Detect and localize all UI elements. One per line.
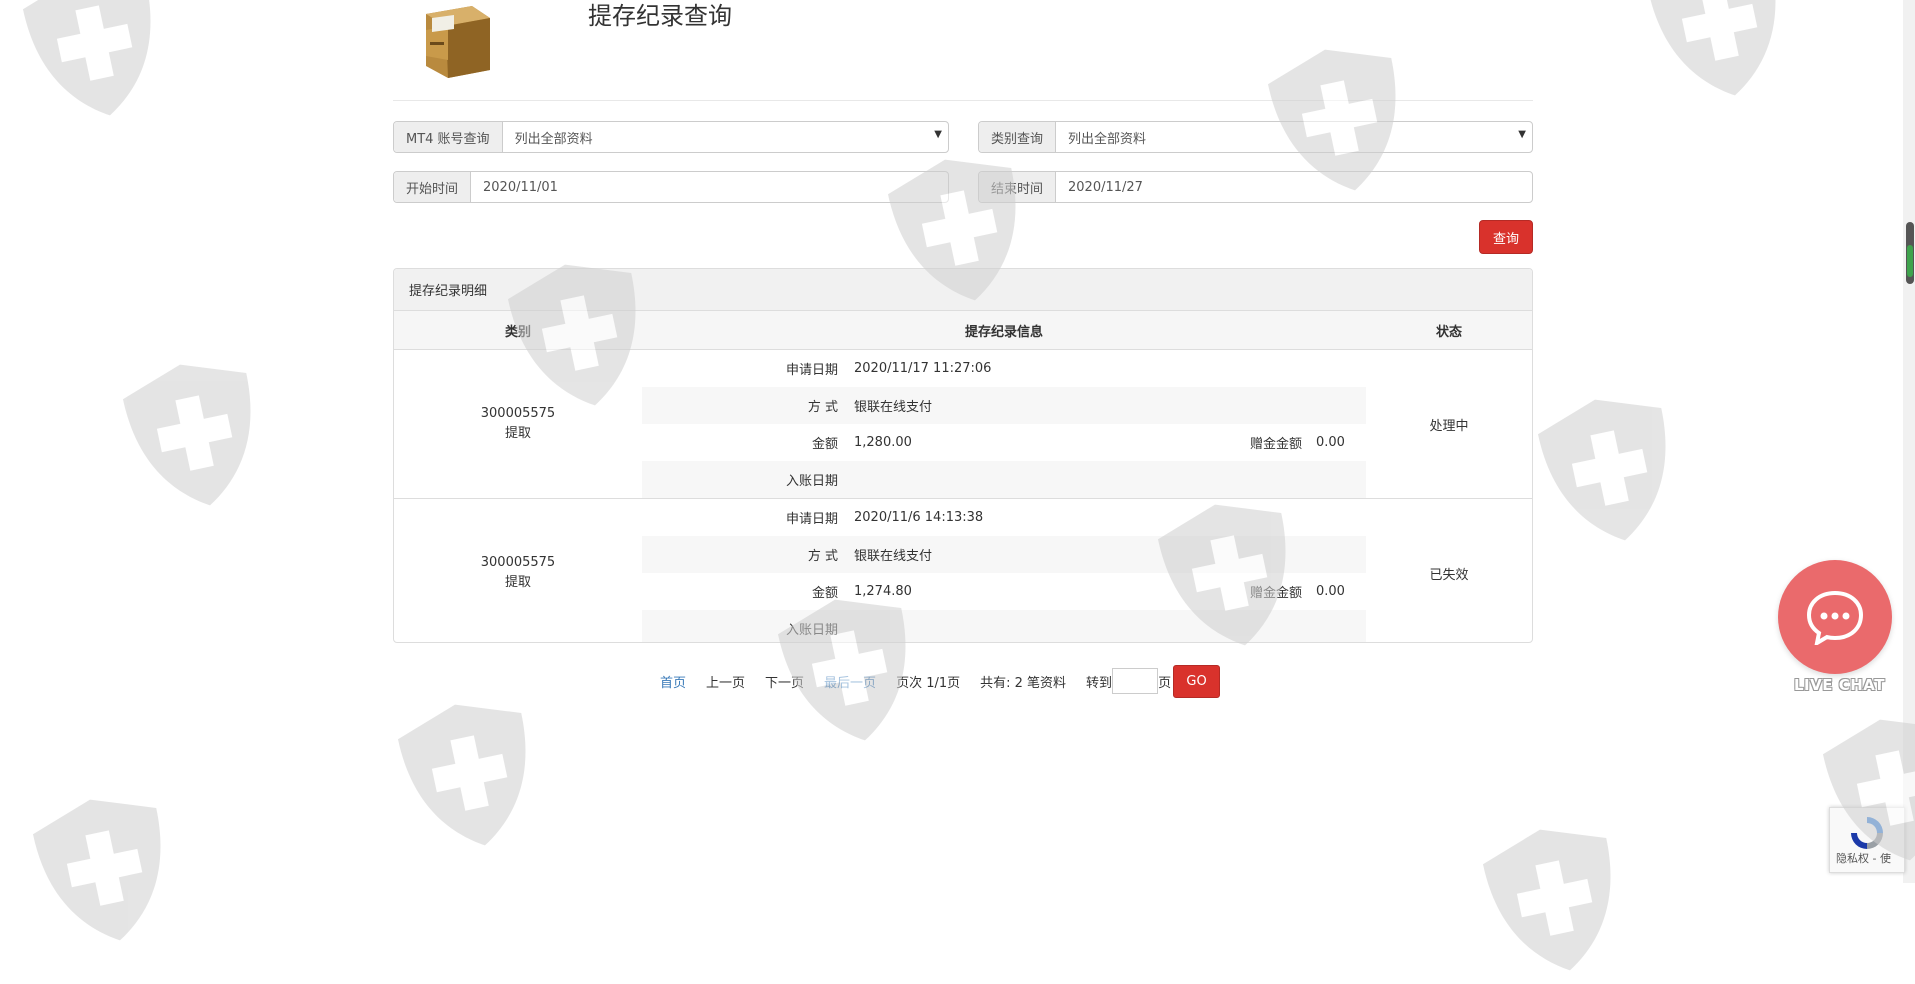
record-account: 300005575	[480, 555, 556, 570]
goto-page-input[interactable]	[1112, 668, 1159, 694]
end-date-input[interactable]: 2020/11/27	[1056, 172, 1532, 202]
posting-date-value	[854, 610, 1182, 642]
start-date-label: 开始时间	[394, 172, 472, 202]
start-date-field[interactable]: 开始时间 2020/11/01	[393, 171, 949, 203]
caret-down-icon: ▼	[1518, 129, 1526, 140]
watermark-shield-icon	[1535, 390, 1685, 550]
account-select-value: 列出全部资料	[514, 131, 593, 147]
category-select-label: 类别查询	[979, 122, 1057, 152]
query-button[interactable]: 查询	[1479, 220, 1533, 254]
page-title: 提存纪录查询	[588, 2, 732, 30]
amount-label: 金额	[811, 586, 838, 601]
bonus-label: 赠金金额	[1249, 586, 1302, 601]
go-button[interactable]: GO	[1173, 664, 1221, 698]
posting-date-label: 入账日期	[642, 461, 854, 498]
goto-label: 转到	[1086, 675, 1113, 691]
page-info: 页次 1/1页	[896, 675, 961, 691]
end-date-field[interactable]: 结束时间 2020/11/27	[978, 171, 1533, 203]
bonus-value: 0.00	[1316, 584, 1345, 599]
recaptcha-privacy-text[interactable]: 隐私权 - 使	[1836, 850, 1891, 866]
prev-page-link[interactable]: 上一页	[706, 672, 745, 691]
records-table: 类别 提存纪录信息 状态 300005575 提取 申请日期 2020/11/1…	[394, 311, 1532, 643]
method-value: 银联在线支付	[854, 536, 1182, 573]
live-chat-button[interactable]	[1778, 560, 1892, 674]
method-label: 方 式	[642, 387, 854, 424]
category-select-value: 列出全部资料	[1068, 131, 1147, 147]
watermark-shield-icon	[30, 790, 180, 950]
header-divider	[393, 100, 1533, 101]
record-type: 提取	[504, 426, 531, 441]
record-category: 300005575 提取	[394, 349, 642, 499]
scrollbar[interactable]	[1903, 0, 1915, 883]
method-value: 银联在线支付	[854, 387, 1182, 424]
column-header-category: 类别	[394, 311, 642, 350]
first-page-link[interactable]: 首页	[660, 672, 686, 691]
start-date-input[interactable]: 2020/11/01	[471, 172, 948, 202]
category-select[interactable]: 类别查询 列出全部资料 ▼	[978, 121, 1533, 153]
watermark-shield-icon	[395, 695, 545, 855]
recaptcha-icon	[1851, 817, 1883, 849]
posting-date-value	[854, 461, 1182, 498]
status-badge: 已失效	[1429, 567, 1469, 583]
scroll-indicator	[1907, 245, 1913, 277]
file-cabinet-icon	[418, 0, 500, 78]
account-select-label: MT4 账号查询	[394, 122, 503, 152]
table-row: 300005575 提取 申请日期 2020/11/17 11:27:06 方 …	[394, 349, 1532, 499]
record-account: 300005575	[480, 406, 556, 421]
method-label: 方 式	[642, 536, 854, 573]
page-suffix: 页	[1158, 675, 1172, 691]
record-category: 300005575 提取	[394, 499, 642, 643]
amount-label: 金额	[811, 437, 838, 452]
table-row: 300005575 提取 申请日期 2020/11/6 14:13:38 方 式…	[394, 499, 1532, 643]
status-badge: 处理中	[1366, 349, 1532, 499]
live-chat-label[interactable]: LIVE CHAT	[1794, 676, 1885, 694]
amount-value: 1,280.00	[854, 435, 912, 450]
amount-value: 1,274.80	[854, 584, 912, 599]
apply-date-value: 2020/11/6 14:13:38	[854, 510, 984, 525]
watermark-shield-icon	[1480, 820, 1630, 980]
posting-date-label: 入账日期	[642, 610, 854, 642]
apply-date-label: 申请日期	[785, 512, 838, 527]
column-header-info: 提存纪录信息	[642, 311, 1366, 350]
pagination: 首页 上一页 下一页 最后一页 页次 1/1页 共有: 2 笔资料 转到 页 G…	[660, 664, 1221, 698]
apply-date-value: 2020/11/17 11:27:06	[854, 361, 992, 376]
end-date-label: 结束时间	[979, 172, 1057, 202]
records-panel: 提存纪录明细 类别 提存纪录信息 状态 300005575 提取 申请日期 20…	[393, 268, 1533, 643]
next-page-link[interactable]: 下一页	[765, 672, 804, 691]
total-count: 共有: 2 笔资料	[980, 675, 1067, 691]
chat-bubble-icon	[1778, 560, 1892, 674]
last-page-link[interactable]: 最后一页	[824, 672, 876, 691]
watermark-shield-icon	[120, 355, 270, 515]
record-type: 提取	[504, 575, 531, 590]
bonus-label: 赠金金额	[1249, 437, 1302, 452]
apply-date-label: 申请日期	[785, 363, 838, 378]
watermark-shield-icon	[1645, 0, 1795, 105]
watermark-shield-icon	[20, 0, 170, 125]
account-select[interactable]: MT4 账号查询 列出全部资料 ▼	[393, 121, 949, 153]
panel-title: 提存纪录明细	[394, 269, 1532, 311]
bonus-value: 0.00	[1316, 435, 1345, 450]
column-header-status: 状态	[1366, 311, 1532, 350]
caret-down-icon: ▼	[934, 129, 942, 140]
